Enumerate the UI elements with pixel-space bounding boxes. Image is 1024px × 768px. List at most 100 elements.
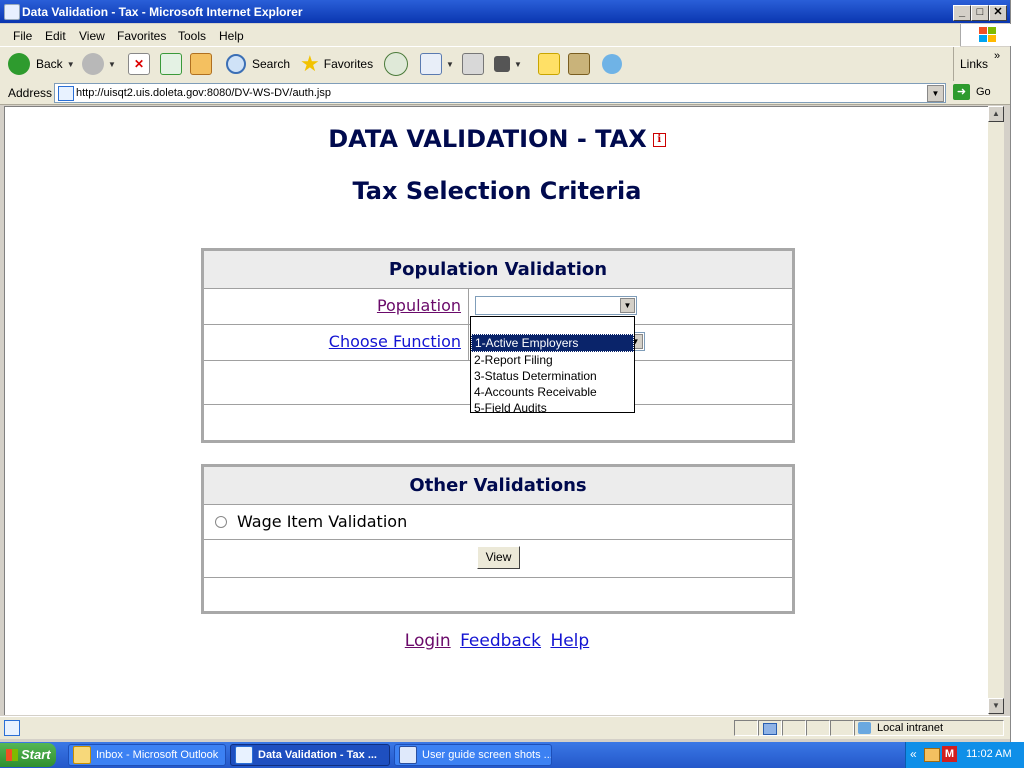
standard-toolbar: Back ▼ ▼ ✕ Search ★ Favorites ▼ ▼ Links … xyxy=(0,47,1010,82)
page-title-text: DATA VALIDATION - TAX xyxy=(328,125,647,153)
population-dropdown-list: 1-Active Employers 2-Report Filing 3-Sta… xyxy=(470,316,635,416)
menu-edit[interactable]: Edit xyxy=(45,29,66,43)
forward-button[interactable]: ▼ xyxy=(82,52,116,76)
population-select[interactable]: ▼ xyxy=(475,296,637,315)
go-button[interactable]: ➜ Go xyxy=(953,84,991,100)
edit-icon xyxy=(494,56,510,72)
address-label: Address xyxy=(8,86,53,100)
popup-blocker-icon[interactable] xyxy=(763,723,777,735)
refresh-button[interactable] xyxy=(160,52,182,76)
taskbar-button-ie[interactable]: Data Validation - Tax ... xyxy=(230,744,390,766)
discuss-button[interactable] xyxy=(538,52,560,76)
ie-icon xyxy=(235,746,253,764)
function-label-cell: Choose Function xyxy=(204,325,469,360)
home-button[interactable] xyxy=(190,52,212,76)
menu-help[interactable]: Help xyxy=(219,29,244,43)
taskbar-button-word[interactable]: User guide screen shots ... xyxy=(394,744,552,766)
scroll-down-button[interactable]: ▼ xyxy=(988,698,1004,714)
status-panel xyxy=(782,720,806,736)
start-label: Start xyxy=(21,747,51,762)
menu-view[interactable]: View xyxy=(79,29,105,43)
favorites-button[interactable]: ★ Favorites xyxy=(300,52,373,76)
wage-item-radio[interactable] xyxy=(215,516,227,528)
stop-button[interactable]: ✕ xyxy=(128,52,150,76)
chevron-down-icon[interactable]: ▼ xyxy=(67,60,75,69)
edit-button[interactable]: ▼ xyxy=(494,52,522,76)
population-link[interactable]: Population xyxy=(377,296,461,315)
view-button[interactable]: View xyxy=(477,546,520,569)
history-button[interactable] xyxy=(384,52,408,76)
start-button[interactable]: Start xyxy=(0,743,56,767)
status-bar: Local intranet xyxy=(0,716,1010,739)
dropdown-blank-option[interactable] xyxy=(471,317,634,334)
page-subtitle: Tax Selection Criteria xyxy=(352,177,642,205)
links-label: Links xyxy=(960,57,989,71)
go-label: Go xyxy=(976,86,991,98)
status-panel xyxy=(758,720,782,736)
choose-function-link[interactable]: Choose Function xyxy=(329,332,461,351)
population-panel-header: Population Validation xyxy=(204,251,792,289)
word-icon xyxy=(399,746,417,764)
chevron-down-icon[interactable]: ▼ xyxy=(620,298,635,313)
mcafee-icon[interactable]: M xyxy=(942,746,957,762)
favorites-label: Favorites xyxy=(323,57,374,71)
feedback-link[interactable]: Feedback xyxy=(460,631,541,651)
menu-tools[interactable]: Tools xyxy=(178,29,206,43)
chevron-down-icon[interactable]: ▼ xyxy=(446,60,454,69)
login-link[interactable]: Login xyxy=(405,631,451,651)
refresh-icon xyxy=(160,53,182,75)
info-icon[interactable]: i xyxy=(652,133,666,147)
scroll-up-button[interactable]: ▲ xyxy=(988,106,1004,122)
research-icon xyxy=(568,53,590,75)
mail-button[interactable]: ▼ xyxy=(420,52,454,76)
taskbar-button-outlook[interactable]: Inbox - Microsoft Outlook xyxy=(68,744,226,766)
menu-bar: File Edit View Favorites Tools Help xyxy=(0,24,960,47)
minimize-button[interactable]: _ xyxy=(953,5,971,21)
print-button[interactable] xyxy=(462,52,484,76)
taskbar-button-label: Inbox - Microsoft Outlook xyxy=(96,749,219,761)
dropdown-option[interactable]: 4-Accounts Receivable xyxy=(471,384,634,400)
dropdown-option[interactable]: 3-Status Determination xyxy=(471,368,634,384)
network-icon[interactable] xyxy=(924,748,940,762)
menu-file[interactable]: File xyxy=(13,29,32,43)
dropdown-option[interactable]: 2-Report Filing xyxy=(471,352,634,368)
go-arrow-icon: ➜ xyxy=(953,84,970,100)
show-hidden-icons-button[interactable]: « xyxy=(910,747,917,761)
status-panel xyxy=(734,720,758,736)
ie-window-icon[interactable] xyxy=(4,4,20,20)
chevron-down-icon[interactable]: ▼ xyxy=(108,60,116,69)
maximize-button[interactable]: □ xyxy=(971,5,989,21)
links-button[interactable]: Links » xyxy=(960,50,1000,76)
search-icon xyxy=(226,54,246,74)
taskbar-button-label: Data Validation - Tax ... xyxy=(258,749,377,761)
clock[interactable]: 11:02 AM xyxy=(966,748,1012,760)
window-title-bar[interactable]: Data Validation - Tax - Microsoft Intern… xyxy=(0,0,1010,23)
address-url[interactable]: http://uisqt2.uis.doleta.gov:8080/DV-WS-… xyxy=(76,87,331,99)
close-button[interactable]: ✕ xyxy=(989,5,1007,21)
dropdown-option[interactable]: 5-Field Audits xyxy=(471,400,634,416)
chevron-down-icon[interactable]: ▼ xyxy=(514,60,522,69)
star-icon: ★ xyxy=(300,51,320,76)
vertical-scrollbar[interactable]: ▲ ▼ xyxy=(988,106,1004,714)
messenger-button[interactable] xyxy=(602,52,622,76)
research-button[interactable] xyxy=(568,52,590,76)
history-icon xyxy=(384,52,408,76)
print-icon xyxy=(462,53,484,75)
dropdown-option[interactable]: 1-Active Employers xyxy=(471,334,634,352)
status-panel xyxy=(830,720,854,736)
address-dropdown-button[interactable]: ▼ xyxy=(927,85,944,102)
menu-favorites[interactable]: Favorites xyxy=(117,29,166,43)
stop-icon: ✕ xyxy=(128,53,150,75)
background-window-edge xyxy=(1010,0,1024,742)
windows-flag-icon xyxy=(6,749,18,761)
chevron-right-icon: » xyxy=(994,50,1001,62)
zone-label: Local intranet xyxy=(877,722,944,734)
population-label-cell: Population xyxy=(204,289,469,324)
back-button[interactable]: Back ▼ xyxy=(8,52,75,76)
home-icon xyxy=(190,53,212,75)
page-icon xyxy=(58,86,74,101)
search-button[interactable]: Search xyxy=(226,52,290,76)
address-input[interactable]: http://uisqt2.uis.doleta.gov:8080/DV-WS-… xyxy=(54,83,946,103)
help-link[interactable]: Help xyxy=(550,631,589,651)
taskbar-button-label: User guide screen shots ... xyxy=(422,749,552,761)
